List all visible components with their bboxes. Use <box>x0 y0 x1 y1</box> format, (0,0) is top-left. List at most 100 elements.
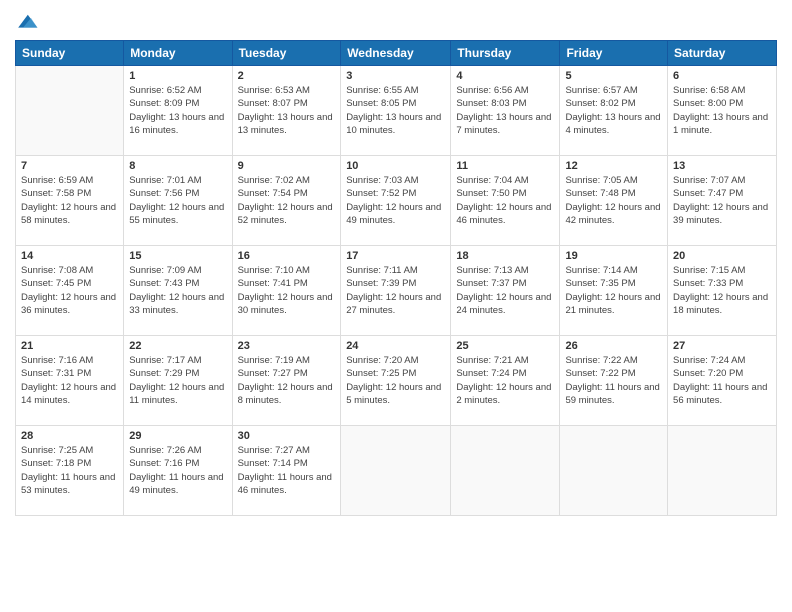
calendar-cell: 8Sunrise: 7:01 AMSunset: 7:56 PMDaylight… <box>124 156 232 246</box>
logo <box>15 10 43 34</box>
calendar-cell: 2Sunrise: 6:53 AMSunset: 8:07 PMDaylight… <box>232 66 341 156</box>
calendar-cell: 1 Sunrise: 6:52 AMSunset: 8:09 PMDaylight… <box>124 66 232 156</box>
col-header-monday: Monday <box>124 41 232 66</box>
calendar-cell: 18 Sunrise: 7:13 AMSunset: 7:37 PMDayligh… <box>451 246 560 336</box>
calendar-cell: 15 Sunrise: 7:09 AMSunset: 7:43 PMDayligh… <box>124 246 232 336</box>
day-info: Sunrise: 7:05 AMSunset: 7:48 PMDaylight:… <box>565 174 662 227</box>
day-info: Sunrise: 7:17 AMSunset: 7:29 PMDaylight:… <box>129 354 226 407</box>
day-number: 1 <box>129 70 226 82</box>
day-number: 26 <box>565 340 662 352</box>
day-info: Sunrise: 7:03 AMSunset: 7:52 PMDaylight:… <box>346 174 445 227</box>
day-info: Sunrise: 7:26 AMSunset: 7:16 PMDaylight:… <box>129 444 226 497</box>
calendar-cell: 10 Sunrise: 7:03 AMSunset: 7:52 PMDayligh… <box>341 156 451 246</box>
day-info: Sunrise: 7:02 AMSunset: 7:54 PMDaylight:… <box>238 174 336 227</box>
day-info: Sunrise: 7:15 AMSunset: 7:33 PMDaylight:… <box>673 264 771 317</box>
day-info: Sunrise: 7:04 AMSunset: 7:50 PMDaylight:… <box>456 174 554 227</box>
day-info: Sunrise: 7:25 AMSunset: 7:18 PMDaylight:… <box>21 444 118 497</box>
calendar-cell: 12 Sunrise: 7:05 AMSunset: 7:48 PMDayligh… <box>560 156 668 246</box>
day-number: 10 <box>346 160 445 172</box>
col-header-sunday: Sunday <box>16 41 124 66</box>
calendar-cell: 14 Sunrise: 7:08 AMSunset: 7:45 PMDayligh… <box>16 246 124 336</box>
calendar-week-3: 14 Sunrise: 7:08 AMSunset: 7:45 PMDayligh… <box>16 246 777 336</box>
calendar-cell: 19 Sunrise: 7:14 AMSunset: 7:35 PMDayligh… <box>560 246 668 336</box>
header <box>15 10 777 34</box>
day-info: Sunrise: 7:11 AMSunset: 7:39 PMDaylight:… <box>346 264 445 317</box>
calendar-cell: 11 Sunrise: 7:04 AMSunset: 7:50 PMDayligh… <box>451 156 560 246</box>
calendar-cell: 3Sunrise: 6:55 AMSunset: 8:05 PMDaylight… <box>341 66 451 156</box>
calendar-cell: 24Sunrise: 7:20 AMSunset: 7:25 PMDayligh… <box>341 336 451 426</box>
calendar-cell: 9 Sunrise: 7:02 AMSunset: 7:54 PMDaylight… <box>232 156 341 246</box>
day-number: 21 <box>21 340 118 352</box>
day-number: 17 <box>346 250 445 262</box>
day-number: 19 <box>565 250 662 262</box>
calendar-cell: 30 Sunrise: 7:27 AMSunset: 7:14 PMDayligh… <box>232 426 341 516</box>
day-number: 16 <box>238 250 336 262</box>
calendar-cell: 13Sunrise: 7:07 AMSunset: 7:47 PMDayligh… <box>668 156 777 246</box>
calendar-cell: 5 Sunrise: 6:57 AMSunset: 8:02 PMDaylight… <box>560 66 668 156</box>
calendar-cell <box>560 426 668 516</box>
day-number: 25 <box>456 340 554 352</box>
day-info: Sunrise: 7:21 AMSunset: 7:24 PMDaylight:… <box>456 354 554 407</box>
day-info: Sunrise: 7:22 AMSunset: 7:22 PMDaylight:… <box>565 354 662 407</box>
calendar-cell: 20Sunrise: 7:15 AMSunset: 7:33 PMDayligh… <box>668 246 777 336</box>
calendar-cell: 6Sunrise: 6:58 AMSunset: 8:00 PMDaylight… <box>668 66 777 156</box>
calendar-week-1: 1 Sunrise: 6:52 AMSunset: 8:09 PMDaylight… <box>16 66 777 156</box>
calendar-week-5: 28 Sunrise: 7:25 AMSunset: 7:18 PMDayligh… <box>16 426 777 516</box>
page: SundayMondayTuesdayWednesdayThursdayFrid… <box>0 0 792 612</box>
day-number: 28 <box>21 430 118 442</box>
day-info: Sunrise: 7:13 AMSunset: 7:37 PMDaylight:… <box>456 264 554 317</box>
day-number: 14 <box>21 250 118 262</box>
col-header-wednesday: Wednesday <box>341 41 451 66</box>
day-info: Sunrise: 7:27 AMSunset: 7:14 PMDaylight:… <box>238 444 336 497</box>
day-info: Sunrise: 6:57 AMSunset: 8:02 PMDaylight:… <box>565 84 662 137</box>
day-number: 12 <box>565 160 662 172</box>
calendar-cell <box>341 426 451 516</box>
calendar-cell: 16 Sunrise: 7:10 AMSunset: 7:41 PMDayligh… <box>232 246 341 336</box>
calendar-cell <box>16 66 124 156</box>
calendar-cell: 23 Sunrise: 7:19 AMSunset: 7:27 PMDayligh… <box>232 336 341 426</box>
calendar-week-4: 21 Sunrise: 7:16 AMSunset: 7:31 PMDayligh… <box>16 336 777 426</box>
logo-icon <box>15 10 39 34</box>
day-info: Sunrise: 7:10 AMSunset: 7:41 PMDaylight:… <box>238 264 336 317</box>
calendar-cell: 28 Sunrise: 7:25 AMSunset: 7:18 PMDayligh… <box>16 426 124 516</box>
calendar-cell: 7 Sunrise: 6:59 AMSunset: 7:58 PMDaylight… <box>16 156 124 246</box>
calendar-cell: 25 Sunrise: 7:21 AMSunset: 7:24 PMDayligh… <box>451 336 560 426</box>
day-info: Sunrise: 7:20 AMSunset: 7:25 PMDaylight:… <box>346 354 445 407</box>
day-info: Sunrise: 6:59 AMSunset: 7:58 PMDaylight:… <box>21 174 118 227</box>
calendar-cell: 29Sunrise: 7:26 AMSunset: 7:16 PMDayligh… <box>124 426 232 516</box>
col-header-thursday: Thursday <box>451 41 560 66</box>
day-info: Sunrise: 7:14 AMSunset: 7:35 PMDaylight:… <box>565 264 662 317</box>
day-info: Sunrise: 7:09 AMSunset: 7:43 PMDaylight:… <box>129 264 226 317</box>
calendar-cell: 4Sunrise: 6:56 AMSunset: 8:03 PMDaylight… <box>451 66 560 156</box>
day-info: Sunrise: 6:58 AMSunset: 8:00 PMDaylight:… <box>673 84 771 137</box>
day-number: 27 <box>673 340 771 352</box>
day-number: 7 <box>21 160 118 172</box>
day-info: Sunrise: 6:52 AMSunset: 8:09 PMDaylight:… <box>129 84 226 137</box>
day-number: 13 <box>673 160 771 172</box>
calendar-cell: 22 Sunrise: 7:17 AMSunset: 7:29 PMDayligh… <box>124 336 232 426</box>
calendar-cell: 21 Sunrise: 7:16 AMSunset: 7:31 PMDayligh… <box>16 336 124 426</box>
col-header-tuesday: Tuesday <box>232 41 341 66</box>
day-info: Sunrise: 7:16 AMSunset: 7:31 PMDaylight:… <box>21 354 118 407</box>
day-number: 9 <box>238 160 336 172</box>
day-number: 5 <box>565 70 662 82</box>
calendar-table: SundayMondayTuesdayWednesdayThursdayFrid… <box>15 40 777 516</box>
day-number: 15 <box>129 250 226 262</box>
day-info: Sunrise: 6:56 AMSunset: 8:03 PMDaylight:… <box>456 84 554 137</box>
day-number: 18 <box>456 250 554 262</box>
calendar-cell <box>668 426 777 516</box>
calendar-cell: 27 Sunrise: 7:24 AMSunset: 7:20 PMDayligh… <box>668 336 777 426</box>
calendar-cell: 17 Sunrise: 7:11 AMSunset: 7:39 PMDayligh… <box>341 246 451 336</box>
day-number: 22 <box>129 340 226 352</box>
calendar-cell <box>451 426 560 516</box>
day-info: Sunrise: 6:55 AMSunset: 8:05 PMDaylight:… <box>346 84 445 137</box>
calendar-header-row: SundayMondayTuesdayWednesdayThursdayFrid… <box>16 41 777 66</box>
day-number: 30 <box>238 430 336 442</box>
day-info: Sunrise: 7:08 AMSunset: 7:45 PMDaylight:… <box>21 264 118 317</box>
day-info: Sunrise: 7:24 AMSunset: 7:20 PMDaylight:… <box>673 354 771 407</box>
day-number: 11 <box>456 160 554 172</box>
day-info: Sunrise: 7:01 AMSunset: 7:56 PMDaylight:… <box>129 174 226 227</box>
day-number: 23 <box>238 340 336 352</box>
day-info: Sunrise: 7:19 AMSunset: 7:27 PMDaylight:… <box>238 354 336 407</box>
day-number: 2 <box>238 70 336 82</box>
